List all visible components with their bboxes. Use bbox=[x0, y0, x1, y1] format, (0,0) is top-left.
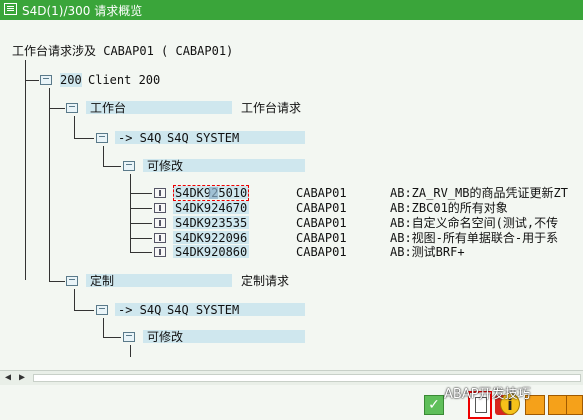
request-owner: CABAP01 bbox=[296, 231, 347, 245]
tree-line bbox=[49, 88, 50, 281]
folder-icon[interactable] bbox=[96, 133, 108, 143]
transport-icon[interactable] bbox=[548, 395, 568, 415]
client-label[interactable]: Client 200 bbox=[88, 73, 160, 87]
target-label[interactable]: S4Q SYSTEM bbox=[167, 303, 239, 317]
customizing-desc: 定制请求 bbox=[241, 274, 290, 288]
request-owner: CABAP01 bbox=[296, 216, 347, 230]
request-owner: CABAP01 bbox=[296, 186, 347, 200]
tree-line bbox=[130, 238, 152, 239]
request-icon[interactable] bbox=[154, 233, 166, 243]
tree-line bbox=[103, 318, 104, 337]
target-label[interactable]: S4Q SYSTEM bbox=[167, 131, 239, 145]
transport-icon[interactable] bbox=[566, 395, 583, 415]
folder-icon[interactable] bbox=[123, 332, 135, 342]
request-owner: CABAP01 bbox=[296, 201, 347, 215]
tree-line bbox=[130, 193, 152, 194]
window-menu-icon[interactable] bbox=[4, 3, 17, 15]
request-desc: AB:ZBC01的所有对象 bbox=[390, 201, 508, 215]
tree-line bbox=[49, 108, 65, 109]
tree-line bbox=[130, 252, 152, 253]
tree-line bbox=[130, 223, 152, 224]
folder-icon[interactable] bbox=[96, 305, 108, 315]
scrollbar-track[interactable] bbox=[33, 374, 581, 382]
customizing-label[interactable]: 定制 bbox=[90, 274, 114, 288]
client-number[interactable]: 200 bbox=[60, 73, 82, 87]
request-id[interactable]: S4DK920860 bbox=[175, 245, 247, 259]
request-id[interactable]: S4DK923535 bbox=[175, 216, 247, 230]
tree-line bbox=[130, 208, 152, 209]
request-id[interactable]: S4DK922096 bbox=[175, 231, 247, 245]
target-arrow[interactable]: -> S4Q bbox=[118, 131, 161, 145]
selection-box bbox=[173, 185, 249, 201]
request-icon[interactable] bbox=[154, 247, 166, 257]
tree-root-label: 工作台请求涉及 CABAP01 ( CABAP01) bbox=[12, 44, 234, 58]
modifiable-label[interactable]: 可修改 bbox=[147, 159, 183, 173]
tree-line bbox=[130, 345, 131, 357]
tree-line bbox=[25, 60, 26, 280]
folder-icon[interactable] bbox=[66, 103, 78, 113]
workbench-desc: 工作台请求 bbox=[241, 101, 302, 115]
folder-icon[interactable] bbox=[40, 75, 52, 85]
folder-icon[interactable] bbox=[66, 276, 78, 286]
tree-line bbox=[49, 281, 65, 282]
tree-line bbox=[74, 138, 94, 139]
check-icon[interactable]: ✓ bbox=[424, 395, 444, 415]
modifiable-label[interactable]: 可修改 bbox=[147, 330, 183, 344]
request-desc: AB:自定义命名空间(测试,不传 bbox=[390, 216, 559, 230]
target-arrow[interactable]: -> S4Q bbox=[118, 303, 161, 317]
folder-icon[interactable] bbox=[123, 161, 135, 171]
tree-line bbox=[25, 80, 39, 81]
tree-line bbox=[103, 337, 121, 338]
request-icon[interactable] bbox=[154, 218, 166, 228]
title-bar: S4D(1)/300 请求概览 bbox=[0, 0, 583, 20]
tree-line bbox=[74, 116, 75, 138]
watermark: ABAP开发技巧 bbox=[444, 387, 531, 402]
scroll-left-icon[interactable]: ◀ bbox=[5, 372, 11, 383]
tree-line bbox=[74, 310, 94, 311]
request-desc: AB:测试BRF+ bbox=[390, 245, 465, 259]
window-title: S4D(1)/300 请求概览 bbox=[22, 4, 143, 18]
request-desc: AB:视图-所有单据联合-用于系 bbox=[390, 231, 559, 245]
tree-line bbox=[130, 174, 131, 252]
tree-line bbox=[74, 289, 75, 310]
request-icon[interactable] bbox=[154, 203, 166, 213]
workbench-label[interactable]: 工作台 bbox=[90, 101, 126, 115]
request-owner: CABAP01 bbox=[296, 245, 347, 259]
request-desc: AB:ZA_RV_MB的商品凭证更新ZT bbox=[390, 186, 568, 200]
tree-line bbox=[103, 146, 104, 166]
scroll-right-icon[interactable]: ▶ bbox=[19, 372, 25, 383]
tree-line bbox=[103, 166, 121, 167]
request-id[interactable]: S4DK924670 bbox=[175, 201, 247, 215]
request-icon[interactable] bbox=[154, 188, 166, 198]
